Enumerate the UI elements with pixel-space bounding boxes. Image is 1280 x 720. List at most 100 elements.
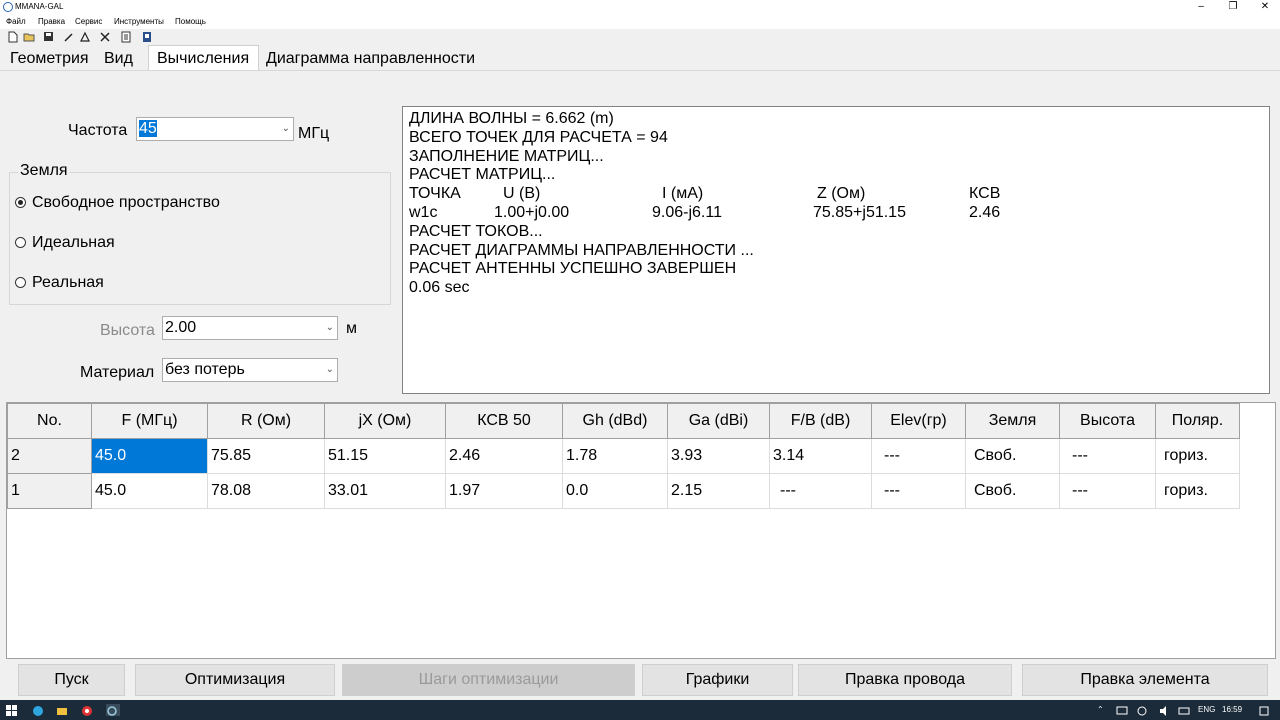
material-select[interactable]: без потерь ⌄ — [162, 358, 338, 382]
table-cell[interactable]: --- — [871, 473, 966, 509]
column-header[interactable]: Земля — [965, 403, 1060, 439]
column-header[interactable]: Высота — [1059, 403, 1156, 439]
output-line: РАСЧЕТ ДИАГРАММЫ НАПРАВЛЕННОСТИ ... — [409, 241, 754, 259]
document-icon[interactable] — [119, 31, 132, 43]
table-row[interactable]: 2 45.0 75.85 51.15 2.46 1.78 3.93 3.14 -… — [7, 438, 1240, 474]
windows-start-icon[interactable] — [6, 704, 18, 716]
user-icon[interactable] — [140, 31, 153, 43]
wifi-icon[interactable] — [1136, 704, 1148, 716]
maximize-button[interactable]: ❐ — [1218, 0, 1248, 14]
close-button[interactable]: ✕ — [1250, 0, 1280, 14]
table-cell[interactable]: 1.97 — [445, 473, 563, 509]
output-impedance: 75.85+j51.15 — [813, 203, 906, 221]
language-indicator[interactable]: ENG — [1198, 705, 1215, 714]
chevron-down-icon[interactable]: ⌄ — [326, 359, 334, 381]
column-header[interactable]: F (МГц) — [91, 403, 208, 439]
table-row[interactable]: 1 45.0 78.08 33.01 1.97 0.0 2.15 --- ---… — [7, 473, 1240, 509]
menu-tools[interactable]: Инструменты — [114, 17, 164, 26]
edit-wire-button[interactable]: Правка провода — [798, 664, 1012, 696]
pencil-icon[interactable] — [62, 31, 75, 43]
height-input[interactable]: 2.00 ⌄ — [162, 316, 338, 340]
tab-geometry[interactable]: Геометрия — [6, 48, 93, 70]
column-header[interactable]: R (Ом) — [207, 403, 325, 439]
optimization-steps-button[interactable]: Шаги оптимизации — [342, 664, 635, 696]
media-app-icon[interactable] — [81, 704, 93, 716]
save-icon[interactable] — [42, 31, 55, 43]
table-cell[interactable]: 3.14 — [769, 438, 872, 474]
table-cell[interactable]: 33.01 — [324, 473, 446, 509]
triangle-icon[interactable] — [78, 31, 91, 43]
table-cell[interactable]: 51.15 — [324, 438, 446, 474]
keyboard-icon[interactable] — [1178, 704, 1190, 716]
tab-view[interactable]: Вид — [100, 48, 137, 70]
file-explorer-icon[interactable] — [56, 704, 68, 716]
table-cell[interactable]: --- — [871, 438, 966, 474]
minimize-button[interactable]: – — [1186, 0, 1216, 14]
plots-button[interactable]: Графики — [642, 664, 793, 696]
table-cell[interactable]: --- — [769, 473, 872, 509]
table-cell[interactable]: 0.0 — [562, 473, 668, 509]
column-header[interactable]: Ga (dBi) — [667, 403, 770, 439]
new-file-icon[interactable] — [6, 31, 19, 43]
frequency-value: 45 — [139, 120, 157, 137]
radio-perfect-ground-label[interactable]: Идеальная — [32, 234, 115, 252]
radio-free-space-label[interactable]: Свободное пространство — [32, 194, 220, 212]
table-cell[interactable]: 3.93 — [667, 438, 770, 474]
table-cell[interactable]: --- — [1059, 438, 1156, 474]
table-cell[interactable]: 2.46 — [445, 438, 563, 474]
table-cell[interactable]: гориз. — [1155, 473, 1240, 509]
mmana-taskbar-icon[interactable] — [106, 704, 120, 716]
tab-radiation-pattern[interactable]: Диаграмма направленности — [262, 48, 479, 70]
table-cell[interactable]: 45.0 — [91, 473, 208, 509]
edit-element-button[interactable]: Правка элемента — [1022, 664, 1268, 696]
volume-icon[interactable] — [1158, 704, 1170, 716]
table-cell[interactable]: Своб. — [965, 473, 1060, 509]
results-grid[interactable]: No. F (МГц) R (Ом) jX (Ом) КСВ 50 Gh (dB… — [6, 402, 1276, 659]
menu-file[interactable]: Файл — [6, 17, 26, 26]
notifications-icon[interactable] — [1258, 704, 1270, 716]
chevron-up-icon[interactable]: ⌃ — [1097, 705, 1104, 714]
table-cell[interactable]: 78.08 — [207, 473, 325, 509]
radio-perfect-ground[interactable] — [15, 237, 26, 248]
chevron-down-icon[interactable]: ⌄ — [282, 118, 290, 140]
column-header[interactable]: Elev(гр) — [871, 403, 966, 439]
network-icon[interactable] — [1116, 704, 1128, 716]
menu-service[interactable]: Сервис — [75, 17, 102, 26]
table-cell[interactable]: 1 — [7, 473, 92, 509]
table-cell[interactable]: 2 — [7, 438, 92, 474]
height-value: 2.00 — [165, 319, 197, 336]
table-cell[interactable]: --- — [1059, 473, 1156, 509]
material-value: без потерь — [165, 361, 245, 378]
table-cell[interactable]: 2.15 — [667, 473, 770, 509]
menu-help[interactable]: Помощь — [175, 17, 206, 26]
open-folder-icon[interactable] — [22, 31, 35, 43]
column-header[interactable]: Gh (dBd) — [562, 403, 668, 439]
radio-free-space[interactable] — [15, 197, 26, 208]
table-cell[interactable]: Своб. — [965, 438, 1060, 474]
table-cell[interactable]: гориз. — [1155, 438, 1240, 474]
tab-calculations[interactable]: Вычисления — [148, 45, 259, 70]
calculation-output[interactable]: ДЛИНА ВОЛНЫ = 6.662 (m) ВСЕГО ТОЧЕК ДЛЯ … — [402, 106, 1270, 394]
menu-edit[interactable]: Правка — [38, 17, 65, 26]
clock[interactable]: 16:59 — [1222, 705, 1242, 714]
column-header[interactable]: jX (Ом) — [324, 403, 446, 439]
column-header[interactable]: No. — [7, 403, 92, 439]
column-header[interactable]: F/B (dB) — [769, 403, 872, 439]
table-cell[interactable]: 75.85 — [207, 438, 325, 474]
output-voltage: 1.00+j0.00 — [494, 203, 570, 221]
table-cell[interactable]: 1.78 — [562, 438, 668, 474]
radio-real-ground-label[interactable]: Реальная — [32, 274, 104, 292]
table-cell[interactable]: 45.0 — [91, 438, 208, 474]
output-table-header: ТОЧКА U (В) I (мА) Z (Ом) КСВ — [409, 185, 1263, 204]
column-header[interactable]: Поляр. — [1155, 403, 1240, 439]
chevron-down-icon[interactable]: ⌄ — [326, 317, 334, 339]
optimize-button[interactable]: Оптимизация — [135, 664, 335, 696]
run-button[interactable]: Пуск — [18, 664, 125, 696]
radio-real-ground[interactable] — [15, 277, 26, 288]
output-col-voltage: U (В) — [503, 185, 541, 203]
column-header[interactable]: КСВ 50 — [445, 403, 563, 439]
frequency-input[interactable]: 45 ⌄ — [136, 117, 294, 141]
output-point: w1c — [409, 203, 438, 221]
tools-icon[interactable] — [98, 31, 111, 43]
edge-browser-icon[interactable] — [32, 704, 44, 716]
